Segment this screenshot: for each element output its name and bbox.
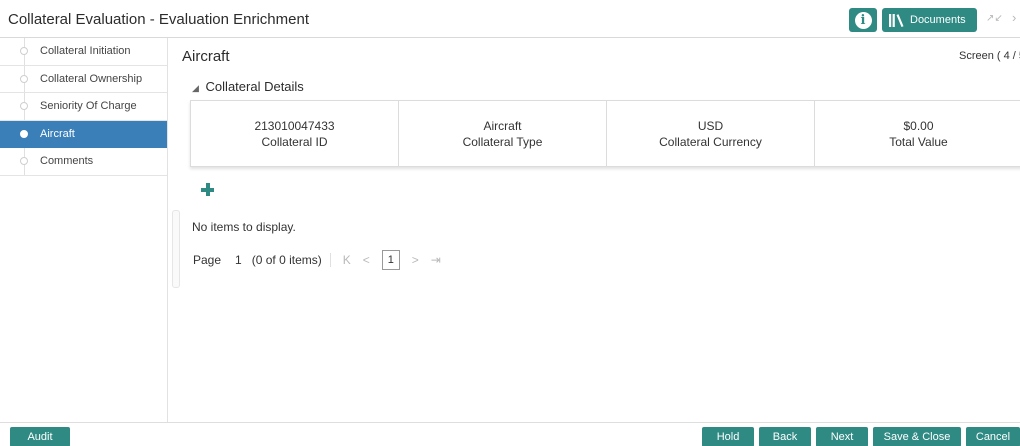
step-dot-icon — [20, 102, 28, 111]
last-page-icon[interactable]: ⇥ — [431, 253, 441, 267]
collapse-triangle-icon: ◢ — [192, 83, 199, 93]
step-dot-icon — [20, 157, 28, 166]
sidebar-item-comments[interactable]: Comments — [0, 148, 167, 176]
next-button[interactable]: Next — [816, 427, 868, 446]
info-icon: i — [854, 11, 872, 29]
sidebar-item-label: Collateral Ownership — [40, 72, 143, 85]
add-icon[interactable] — [200, 182, 216, 198]
tile-value: $0.00 — [903, 118, 934, 133]
sidebar-item-seniority-of-charge[interactable]: Seniority Of Charge — [0, 93, 167, 121]
page-label: Page — [193, 253, 222, 267]
item-count: (0 of 0 items) — [252, 253, 331, 267]
page-title: Aircraft — [182, 48, 230, 65]
hold-button[interactable]: Hold — [702, 427, 754, 446]
sidebar-item-label: Seniority Of Charge — [40, 100, 137, 113]
sidebar-item-aircraft[interactable]: Aircraft — [0, 120, 167, 148]
save-close-button[interactable]: Save & Close — [873, 427, 961, 446]
cancel-button[interactable]: Cancel — [966, 427, 1020, 446]
previous-page-icon[interactable]: < — [363, 253, 370, 267]
footer-bar: Audit Hold Back Next Save & Close Cancel — [0, 422, 1020, 446]
step-dot-icon — [20, 74, 28, 83]
collateral-details-tiles: 213010047433 Collateral ID Aircraft Coll… — [190, 100, 1020, 167]
app-window: Collateral Evaluation - Evaluation Enric… — [0, 0, 1020, 446]
documents-button[interactable]: Documents — [882, 8, 977, 32]
current-page-box[interactable]: 1 — [381, 250, 400, 270]
sidebar-item-label: Aircraft — [40, 127, 75, 140]
tile-collateral-currency: USD Collateral Currency — [607, 101, 815, 166]
sidebar-item-collateral-ownership[interactable]: Collateral Ownership — [0, 65, 167, 93]
tile-value: Aircraft — [483, 118, 522, 133]
tile-label: Collateral ID — [261, 134, 328, 149]
next-page-icon[interactable]: > — [412, 253, 419, 267]
first-page-icon[interactable]: K — [343, 253, 351, 267]
tile-value: 213010047433 — [254, 118, 335, 133]
main-content: Aircraft Screen ( 4 / 5 ◢ Collateral Det… — [180, 38, 1020, 422]
tile-label: Collateral Type — [462, 134, 543, 149]
panel-splitter-handle[interactable] — [172, 210, 180, 288]
sidebar-item-label: Collateral Initiation — [40, 45, 131, 58]
sidebar-item-label: Comments — [40, 155, 94, 168]
step-dot-icon — [20, 129, 28, 138]
tile-collateral-id: 213010047433 Collateral ID — [191, 101, 399, 166]
tile-value: USD — [697, 118, 724, 133]
step-dot-icon — [20, 47, 28, 56]
tile-collateral-type: Aircraft Collateral Type — [399, 101, 607, 166]
close-icon[interactable]: › — [1012, 10, 1016, 25]
window-title: Collateral Evaluation - Evaluation Enric… — [8, 11, 309, 28]
info-button[interactable]: i — [849, 8, 877, 32]
audit-button[interactable]: Audit — [10, 427, 70, 446]
documents-label: Documents — [910, 14, 966, 26]
header-bar: Collateral Evaluation - Evaluation Enric… — [0, 0, 1020, 38]
section-title: Collateral Details — [205, 79, 304, 94]
pagination: Page 1 (0 of 0 items) K < 1 > ⇥ — [193, 248, 453, 272]
screen-indicator: Screen ( 4 / 5 — [959, 50, 1020, 62]
resize-icon[interactable]: ↗↙ — [986, 13, 1003, 24]
back-button[interactable]: Back — [759, 427, 811, 446]
tile-label: Collateral Currency — [659, 134, 762, 149]
sidebar-nav: Collateral Initiation Collateral Ownersh… — [0, 38, 168, 422]
tile-label: Total Value — [889, 134, 948, 149]
empty-message: No items to display. — [192, 220, 296, 234]
sidebar-item-collateral-initiation[interactable]: Collateral Initiation — [0, 38, 167, 66]
documents-icon — [889, 13, 904, 27]
page-number: 1 — [235, 253, 242, 267]
tile-total-value: $0.00 Total Value — [815, 101, 1020, 166]
collateral-details-section-toggle[interactable]: ◢ Collateral Details — [192, 79, 304, 94]
